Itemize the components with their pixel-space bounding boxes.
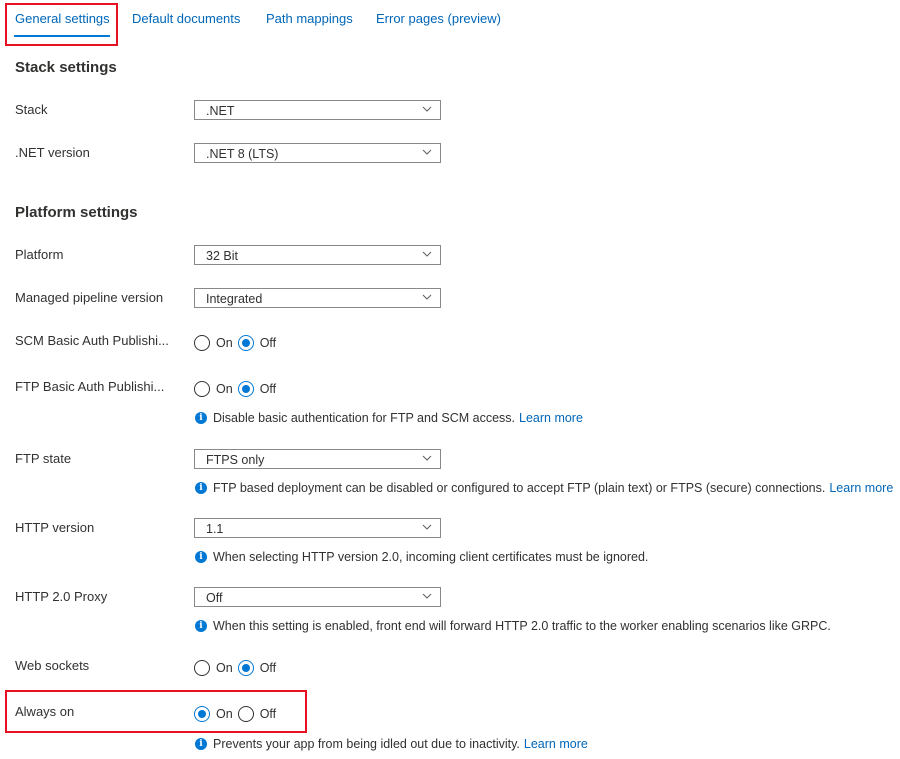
tab-default-documents[interactable]: Default documents [132,11,240,26]
chevron-down-icon [422,251,432,257]
dotnet-version-value: .NET 8 (LTS) [206,147,279,161]
http2-proxy-label: HTTP 2.0 Proxy [15,589,108,604]
web-sockets-off-radio[interactable]: Off [237,660,277,676]
ftp-auth-label: FTP Basic Auth Publishi... [15,379,165,394]
http2-proxy-info: i When this setting is enabled, front en… [195,619,831,633]
info-icon: i [195,482,207,494]
web-sockets-radio-group: On Off [194,658,281,678]
dotnet-version-dropdown[interactable]: .NET 8 (LTS) [194,143,441,163]
ftp-state-value: FTPS only [206,453,265,467]
platform-value: 32 Bit [206,249,238,263]
always-on-info: i Prevents your app from being idled out… [195,737,588,751]
http-version-info: i When selecting HTTP version 2.0, incom… [195,550,648,564]
scm-auth-on-radio[interactable]: On [194,335,233,351]
radio-label: On [216,661,233,675]
radio-label: On [216,382,233,396]
platform-dropdown[interactable]: 32 Bit [194,245,441,265]
scm-auth-off-radio[interactable]: Off [237,335,277,351]
always-on-off-radio[interactable]: Off [237,706,277,722]
info-text: Prevents your app from being idled out d… [213,737,520,751]
info-icon: i [195,412,207,424]
ftp-auth-info: i Disable basic authentication for FTP a… [195,411,583,425]
http2-proxy-value: Off [206,591,223,605]
stack-label: Stack [15,102,48,117]
radio-label: Off [259,382,277,396]
chevron-down-icon [422,593,432,599]
info-icon: i [195,551,207,563]
pipeline-label: Managed pipeline version [15,290,164,305]
pipeline-dropdown[interactable]: Integrated [194,288,441,308]
info-icon: i [195,738,207,750]
tab-path-mappings[interactable]: Path mappings [266,11,353,26]
section-title-platform: Platform settings [15,204,138,221]
learn-more-link[interactable]: Learn more [519,411,583,425]
info-text: When selecting HTTP version 2.0, incomin… [213,550,649,564]
info-text: Disable basic authentication for FTP and… [213,411,515,425]
radio-label: Off [259,707,277,721]
ftp-auth-radio-group: On Off [194,379,281,399]
ftp-auth-off-radio[interactable]: Off [237,381,277,397]
ftp-state-label: FTP state [15,451,72,466]
stack-value: .NET [206,104,235,118]
scm-auth-label: SCM Basic Auth Publishi... [15,333,169,348]
pipeline-value: Integrated [206,292,263,306]
radio-label: Off [259,336,277,350]
ftp-state-dropdown[interactable]: FTPS only [194,449,441,469]
learn-more-link[interactable]: Learn more [524,737,588,751]
http-version-dropdown[interactable]: 1.1 [194,518,441,538]
chevron-down-icon [422,106,432,112]
web-sockets-on-radio[interactable]: On [194,660,233,676]
http-version-value: 1.1 [206,522,224,536]
info-text: When this setting is enabled, front end … [213,619,831,633]
always-on-radio-group: On Off [194,704,281,724]
radio-label: On [216,707,233,721]
radio-label: Off [259,661,277,675]
always-on-on-radio[interactable]: On [194,706,233,722]
web-sockets-label: Web sockets [15,658,90,673]
highlight-box-tab [5,3,118,46]
radio-label: On [216,336,233,350]
stack-dropdown[interactable]: .NET [194,100,441,120]
section-title-stack: Stack settings [15,59,117,76]
chevron-down-icon [422,294,432,300]
scm-auth-radio-group: On Off [194,333,281,353]
ftp-auth-on-radio[interactable]: On [194,381,233,397]
learn-more-link[interactable]: Learn more [829,481,893,495]
chevron-down-icon [422,455,432,461]
chevron-down-icon [422,524,432,530]
dotnet-version-label: .NET version [15,145,90,160]
chevron-down-icon [422,149,432,155]
tab-error-pages[interactable]: Error pages (preview) [376,11,501,26]
http-version-label: HTTP version [15,520,95,535]
platform-label: Platform [15,247,64,262]
http2-proxy-dropdown[interactable]: Off [194,587,441,607]
info-text: FTP based deployment can be disabled or … [213,481,826,495]
ftp-state-info: i FTP based deployment can be disabled o… [195,481,893,495]
info-icon: i [195,620,207,632]
always-on-label: Always on [15,704,75,719]
